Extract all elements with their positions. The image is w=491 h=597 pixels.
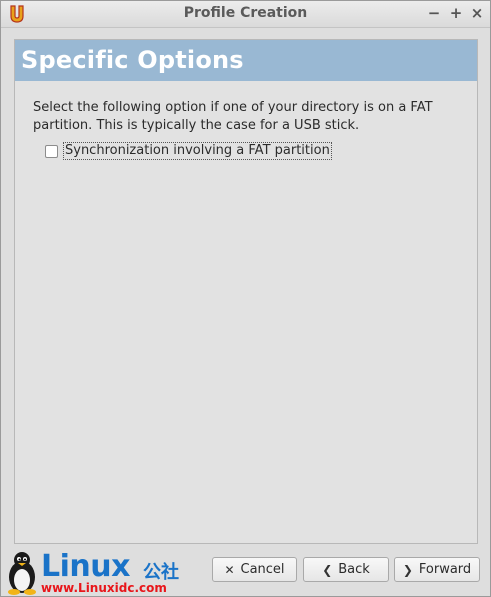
forward-label: Forward	[418, 562, 472, 577]
chevron-right-icon: ❯	[402, 562, 413, 577]
minimize-button[interactable]: −	[425, 4, 443, 22]
fat-sync-label[interactable]: Synchronization involving a FAT partitio…	[63, 142, 332, 160]
fat-sync-option[interactable]: Synchronization involving a FAT partitio…	[45, 142, 332, 160]
title-bar[interactable]: Profile Creation − + ×	[1, 1, 490, 28]
page-banner: Specific Options	[15, 40, 477, 81]
back-button[interactable]: ❮ Back	[303, 557, 389, 582]
close-button[interactable]: ×	[468, 4, 486, 22]
maximize-button[interactable]: +	[447, 4, 465, 22]
window-title: Profile Creation	[183, 5, 308, 21]
cancel-button[interactable]: ✕ Cancel	[212, 557, 297, 582]
page-title: Specific Options	[21, 46, 244, 74]
fat-sync-checkbox[interactable]	[45, 144, 58, 158]
option-description: Select the following option if one of yo…	[33, 100, 433, 133]
forward-button[interactable]: ❯ Forward	[394, 557, 480, 582]
tux-penguin-icon	[8, 552, 36, 595]
profile-creation-window: Profile Creation − + × Specific Options …	[0, 0, 491, 597]
watermark-url: www.Linuxidc.com	[41, 581, 167, 595]
back-label: Back	[338, 562, 370, 577]
wizard-page: Specific Options Select the following op…	[14, 39, 478, 544]
chevron-left-icon: ❮	[322, 562, 333, 577]
watermark-logo: Linux 公社 www.Linuxidc.com	[5, 549, 205, 595]
close-icon: ✕	[224, 562, 235, 577]
cancel-label: Cancel	[240, 562, 285, 577]
watermark-brand: Linux	[41, 549, 130, 584]
